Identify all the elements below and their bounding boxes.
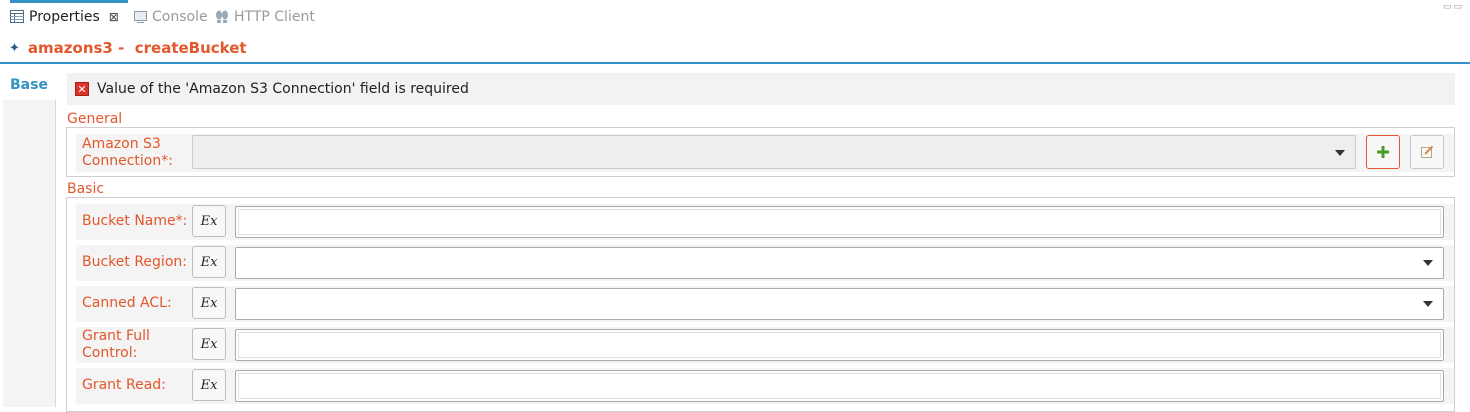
properties-header: ✦ amazons3 - createBucket (0, 34, 1470, 64)
connection-label-line1: Amazon S3 (82, 136, 161, 152)
general-group-label: General (66, 111, 124, 127)
connection-label: Amazon S3 Connection*: (82, 136, 173, 170)
expression-button[interactable]: Ex (192, 369, 226, 401)
validation-message: ✕ Value of the 'Amazon S3 Connection' fi… (67, 73, 1455, 105)
tab-properties[interactable]: Properties ⊠ (10, 0, 128, 33)
add-connection-button[interactable] (1366, 135, 1400, 169)
console-icon (134, 10, 147, 23)
grant-full-control-label: Grant Full Control: (82, 328, 150, 361)
window-controls[interactable]: ▭▭ (1443, 2, 1464, 12)
amazon-s3-connection-select[interactable] (192, 135, 1356, 169)
edit-icon (1421, 145, 1434, 158)
error-text: Value of the 'Amazon S3 Connection' fiel… (97, 81, 469, 97)
side-tab-base[interactable]: Base (3, 70, 56, 100)
expression-button[interactable]: Ex (192, 205, 226, 237)
grant-read-label: Grant Read: (82, 377, 166, 393)
grant-read-input[interactable] (235, 370, 1444, 402)
http-client-icon (216, 10, 228, 23)
bucket-name-input[interactable] (235, 206, 1444, 238)
expression-button[interactable]: Ex (192, 246, 226, 278)
grant-full-control-input[interactable] (235, 329, 1444, 361)
tab-http-client-label: HTTP Client (234, 8, 315, 25)
basic-group-label: Basic (66, 181, 106, 197)
expression-button[interactable]: Ex (192, 287, 226, 319)
chevron-down-icon (1423, 301, 1433, 307)
page-title: amazons3 - createBucket (27, 39, 247, 57)
bucket-region-label: Bucket Region: (82, 254, 187, 270)
bucket-name-label: Bucket Name*: (82, 213, 188, 229)
chevron-down-icon (1335, 150, 1345, 156)
connection-label-line2: Connection*: (82, 153, 173, 169)
canned-acl-select[interactable] (235, 288, 1444, 320)
connector-icon: ✦ (9, 40, 20, 56)
bucket-region-select[interactable] (235, 247, 1444, 279)
field-row-canned-acl: Canned ACL: Ex (76, 286, 1454, 322)
tab-console-label: Console (152, 8, 208, 25)
field-row-bucket-name: Bucket Name*: Ex (76, 204, 1454, 240)
expression-button[interactable]: Ex (192, 328, 226, 360)
field-row-grant-full-control: Grant Full Control: Ex (76, 327, 1454, 363)
error-icon: ✕ (75, 82, 89, 96)
field-row-grant-read: Grant Read: Ex (76, 368, 1454, 404)
tab-http-client[interactable]: HTTP Client (215, 0, 315, 33)
properties-icon (10, 10, 24, 23)
canned-acl-label: Canned ACL: (82, 295, 172, 311)
tab-console[interactable]: Console (134, 0, 208, 33)
field-row-bucket-region: Bucket Region: Ex (76, 245, 1454, 281)
plus-icon (1377, 146, 1389, 158)
edit-connection-button[interactable] (1410, 135, 1444, 169)
side-tab-bar: Base (3, 70, 56, 407)
chevron-down-icon (1423, 260, 1433, 266)
view-tab-bar: Properties ⊠ Console HTTP Client ▭▭ (0, 0, 1470, 34)
close-tab-icon[interactable]: ⊠ (109, 10, 119, 24)
tab-properties-label: Properties (29, 8, 100, 25)
